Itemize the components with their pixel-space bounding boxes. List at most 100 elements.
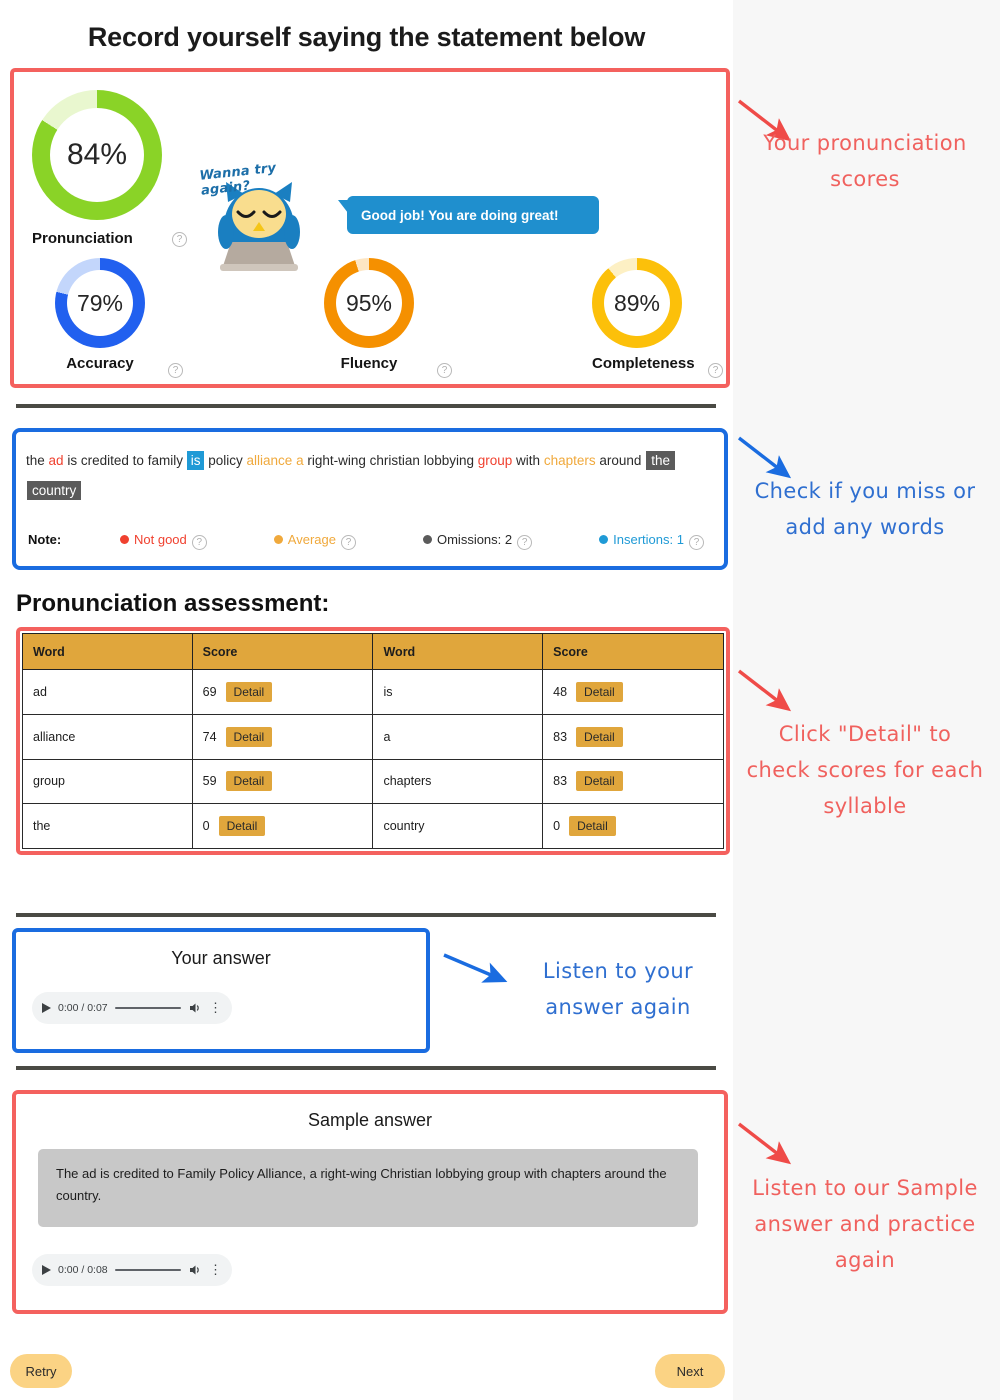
column-header-word-1: Word xyxy=(22,633,193,670)
volume-icon[interactable] xyxy=(188,1001,202,1015)
word-cell: chapters xyxy=(372,758,544,805)
retry-button[interactable]: Retry xyxy=(10,1354,72,1388)
detail-button[interactable]: Detail xyxy=(218,816,266,837)
sample-answer-audio-player[interactable]: 0:00 / 0:08 ⋮ xyxy=(32,1254,232,1286)
help-icon[interactable]: ? xyxy=(191,535,207,550)
page-title: Record yourself saying the statement bel… xyxy=(87,22,646,52)
column-header-word-2: Word xyxy=(372,633,544,670)
legend-item: Omissions: 2? xyxy=(422,532,533,550)
your-answer-audio-player[interactable]: 0:00 / 0:07 ⋮ xyxy=(32,992,232,1024)
score-value: 83 xyxy=(553,729,568,744)
help-icon-fluency[interactable]: ? xyxy=(437,363,452,378)
help-icon-pronunciation[interactable]: ? xyxy=(172,232,187,247)
detail-button[interactable]: Detail xyxy=(569,816,616,837)
help-icon[interactable]: ? xyxy=(517,535,533,550)
score-cell: 0 Detail xyxy=(542,803,724,849)
legend-dot-icon xyxy=(120,535,129,544)
pronunciation-score-value: 84% xyxy=(66,138,128,171)
word-cell: is xyxy=(372,669,544,715)
transcript-word: ad xyxy=(48,453,64,468)
annotation-words: Check if you miss or add any words xyxy=(754,479,976,539)
score-value: 69 xyxy=(202,684,217,699)
transcript-feedback-box: the ad is credited to family is policy a… xyxy=(12,428,728,570)
legend-item: Insertions: 1? xyxy=(599,532,704,550)
score-cell: 0 Detail xyxy=(191,803,374,849)
volume-icon[interactable] xyxy=(188,1263,202,1277)
assessment-heading: Pronunciation assessment: xyxy=(16,590,330,617)
completeness-score-value: 89% xyxy=(613,289,661,316)
transcript-word: is xyxy=(186,451,205,470)
transcript-word: is xyxy=(67,453,78,468)
accuracy-score-label: Accuracy xyxy=(66,355,134,372)
score-value: 48 xyxy=(553,684,568,699)
column-header-score-1: Score xyxy=(191,633,374,670)
transcript-legend: Note: Not good? Average? Omissions: 2? Inse… xyxy=(28,532,728,550)
transcript-word: family xyxy=(147,453,183,468)
detail-button[interactable]: Detail xyxy=(225,771,273,792)
help-icon[interactable]: ? xyxy=(340,535,356,550)
play-icon[interactable] xyxy=(42,1265,51,1275)
legend-label: Average xyxy=(287,532,336,547)
help-icon-accuracy[interactable]: ? xyxy=(168,363,183,378)
score-cell: 69 Detail xyxy=(191,669,374,715)
help-icon-completeness[interactable]: ? xyxy=(708,363,723,378)
sample-answer-title: Sample answer xyxy=(307,1110,433,1130)
play-icon[interactable] xyxy=(42,1003,51,1013)
transcript-words: the ad is credited to family is policy a… xyxy=(26,446,718,506)
annotation-scores: Your pronunciation scores xyxy=(763,131,967,191)
legend-dot-icon xyxy=(273,535,283,544)
legend-label: Omissions: 2 xyxy=(436,532,513,547)
transcript-word: with xyxy=(516,453,541,468)
transcript-word: chapters xyxy=(543,453,596,468)
next-button[interactable]: Next xyxy=(655,1354,725,1388)
score-cell: 83 Detail xyxy=(542,758,724,805)
assessment-table: Word Score Word Score ad 69 Detail is 48 Deta… xyxy=(22,633,724,849)
legend-label: Not good xyxy=(134,532,187,547)
detail-button[interactable]: Detail xyxy=(576,771,623,792)
word-cell: group xyxy=(22,758,193,805)
pronunciation-scores-card: 84% Pronunciation ? Wanna try again? Goo… xyxy=(10,68,730,388)
donut-completeness: 89% Completeness xyxy=(592,258,695,372)
feedback-message: Good job! You are doing great! xyxy=(361,207,559,223)
annotation-practice: Listen to our Sample answer and practice… xyxy=(752,1176,978,1272)
word-cell: ad xyxy=(22,669,193,715)
progress-bar[interactable] xyxy=(114,1269,181,1271)
owl-mascot: Wanna try again? xyxy=(199,161,318,276)
detail-button[interactable]: Detail xyxy=(576,681,623,702)
legend-item: Not good? xyxy=(120,532,207,550)
completeness-score-label: Completeness xyxy=(592,355,695,372)
pronunciation-assessment-table-card: Word Score Word Score ad 69 Detail is 48 Deta… xyxy=(16,627,730,855)
detail-button[interactable]: Detail xyxy=(225,726,273,747)
score-cell: 59 Detail xyxy=(191,758,374,805)
table-row: alliance 74 Detail a 83 Detail xyxy=(22,713,724,760)
sample-answer-text: The ad is credited to Family Policy Alli… xyxy=(38,1149,698,1227)
donut-fluency: 95% Fluency xyxy=(324,258,414,372)
transcript-word: country xyxy=(27,481,82,500)
word-cell: country xyxy=(372,803,544,849)
your-answer-title: Your answer xyxy=(171,948,271,968)
more-options-icon[interactable]: ⋮ xyxy=(209,1263,222,1276)
transcript-word: the xyxy=(646,451,675,470)
transcript-word: around xyxy=(599,453,642,468)
feedback-speech-bubble: Good job! You are doing great! xyxy=(338,196,599,234)
more-options-icon[interactable]: ⋮ xyxy=(209,1001,222,1014)
sample-answer-card: Sample answer The ad is credited to Fami… xyxy=(12,1090,728,1314)
legend-dot-icon xyxy=(422,535,432,544)
table-row: group 59 Detail chapters 83 Detail xyxy=(22,758,724,805)
fluency-score-value: 95% xyxy=(345,289,393,316)
progress-bar[interactable] xyxy=(114,1007,181,1009)
page-root: Record yourself saying the statement bel… xyxy=(0,0,1000,1400)
detail-button[interactable]: Detail xyxy=(576,726,623,747)
score-cell: 83 Detail xyxy=(542,713,724,760)
word-cell: a xyxy=(372,713,544,760)
divider-1 xyxy=(16,404,716,408)
legend-dot-icon xyxy=(599,535,609,544)
note-label: Note: xyxy=(28,532,62,547)
detail-button[interactable]: Detail xyxy=(225,681,273,702)
legend-label: Insertions: 1 xyxy=(613,532,684,547)
your-answer-time: 0:00 / 0:07 xyxy=(58,1002,108,1014)
transcript-word: a xyxy=(296,453,304,468)
table-row: the 0 Detail country 0 Detail xyxy=(22,803,724,849)
annotation-detail: Click "Detail" to check scores for each … xyxy=(746,722,984,818)
help-icon[interactable]: ? xyxy=(688,535,704,550)
